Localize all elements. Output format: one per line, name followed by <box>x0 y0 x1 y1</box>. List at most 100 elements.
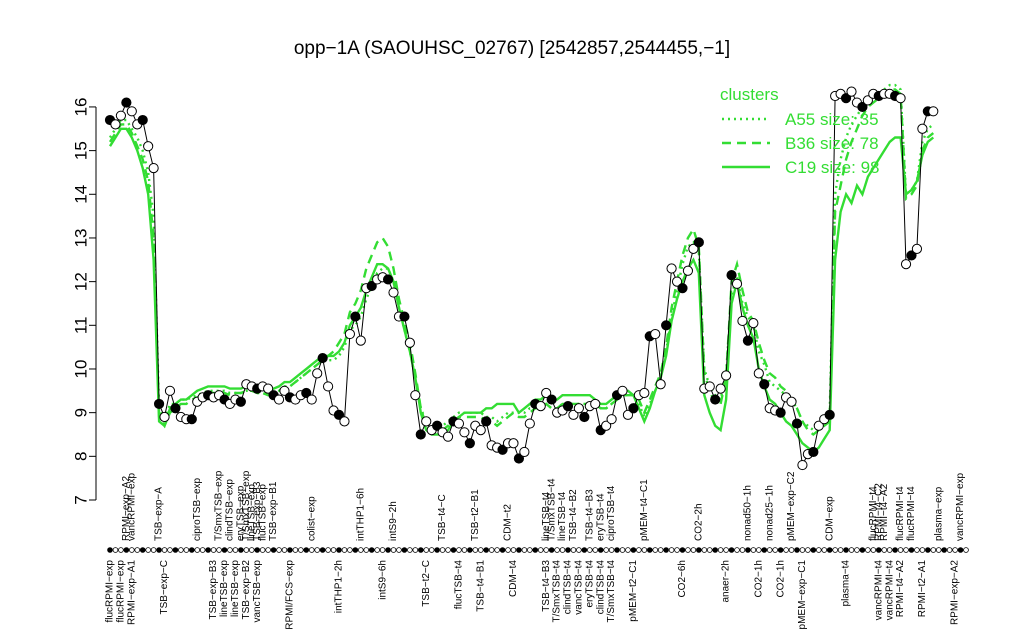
y-tick-label: 14 <box>71 185 90 204</box>
x-tick-label-top: vancRPMI−exp <box>955 472 966 541</box>
sample-dot <box>227 547 233 553</box>
data-point <box>682 265 694 276</box>
x-tick-label-bottom: CO2−6h <box>677 560 688 598</box>
y-tick-label: 13 <box>71 228 90 247</box>
data-point <box>808 446 819 458</box>
data-point <box>110 119 121 130</box>
data-point <box>143 141 154 152</box>
sample-dot <box>777 547 784 553</box>
data-point <box>453 418 465 429</box>
data-point <box>737 315 748 327</box>
data-point <box>590 398 601 410</box>
sample-dot <box>221 547 228 553</box>
sample-dot <box>396 547 402 553</box>
y-tick-label: 11 <box>71 316 90 334</box>
x-tick-label-bottom: pMEM−exp−C1 <box>797 560 808 630</box>
x-tick-label-top: pMEM−exp−C2 <box>786 471 797 541</box>
data-point <box>666 263 677 274</box>
sample-dot <box>139 547 146 553</box>
sample-dot <box>805 547 811 553</box>
sample-dot <box>292 547 299 553</box>
x-tick-label-bottom: flucTSB−t4 <box>454 560 465 610</box>
data-point <box>731 278 743 289</box>
sample-dot <box>597 547 604 553</box>
y-tick-label: 8 <box>71 452 90 461</box>
x-tick-label-bottom: flucRPMI−exp <box>116 560 127 623</box>
sample-dot <box>167 547 173 553</box>
sample-dot <box>952 547 958 553</box>
x-tick-label-bottom: intS9−6h <box>377 560 388 600</box>
sample-dot <box>734 547 740 553</box>
sample-dot <box>450 547 457 553</box>
data-point <box>900 259 912 270</box>
sample-dot <box>434 547 440 553</box>
x-tick-label-top: pMEM−t4−C1 <box>639 479 650 541</box>
sample-dot <box>761 547 768 553</box>
data-point <box>911 243 923 254</box>
x-tick-label-bottom: CO2−1h <box>775 560 786 598</box>
x-tick-label-top: eryTSB−t4 <box>595 493 606 541</box>
sample-dot <box>881 547 888 553</box>
sample-dot <box>832 547 838 553</box>
data-point <box>693 237 704 248</box>
sample-dot <box>281 547 288 553</box>
sample-dot <box>107 547 113 553</box>
data-point <box>775 407 786 418</box>
x-tick-label-bottom: lineTSB−exp <box>230 560 241 617</box>
data-point <box>677 283 688 294</box>
sample-dot <box>788 547 795 553</box>
x-tick-label-top: CO2−2h <box>693 503 704 541</box>
sample-dot <box>696 547 702 553</box>
data-point <box>710 394 721 405</box>
x-tick-label-bottom: plasma−t4 <box>841 560 852 607</box>
data-point <box>322 381 334 392</box>
sample-dot <box>505 547 511 553</box>
x-tick-label-bottom: RPMI−t2−A1 <box>917 560 928 618</box>
sample-dot <box>314 547 320 553</box>
sample-dot <box>270 547 277 553</box>
sample-dot <box>259 547 266 553</box>
sample-dot <box>287 547 293 553</box>
sample-dot <box>897 547 904 553</box>
data-point <box>726 269 737 281</box>
x-tick-label-top: vancRPMI−exp <box>126 472 137 541</box>
sample-dot <box>565 547 571 553</box>
sample-dot <box>706 547 713 553</box>
sample-dot <box>826 547 833 553</box>
sample-dot <box>374 547 380 553</box>
data-point <box>273 394 285 405</box>
sample-dot <box>766 547 773 553</box>
y-tick-label: 10 <box>71 360 90 379</box>
sample-dot <box>794 547 800 553</box>
sample-dot <box>570 547 577 553</box>
data-point <box>535 401 546 412</box>
sample-dot <box>592 547 599 553</box>
sample-dot <box>614 547 620 553</box>
sample-dot <box>679 547 686 553</box>
sample-dot <box>674 547 680 553</box>
data-point <box>917 123 928 134</box>
x-tick-label-bottom: vancTSB−t4 <box>574 560 585 615</box>
x-tick-label-bottom: pMEM−t2−C1 <box>628 560 639 622</box>
data-point <box>137 114 148 126</box>
sample-dot <box>428 547 435 553</box>
sample-dot <box>358 547 364 553</box>
data-point <box>846 86 857 97</box>
x-tick-label-bottom: anaer−2h <box>721 560 732 603</box>
sample-dot <box>914 547 920 553</box>
sample-dot <box>232 547 239 553</box>
sample-dot <box>586 547 593 553</box>
y-tick-label: 16 <box>71 97 90 116</box>
sample-dot <box>145 547 151 553</box>
sample-dot <box>472 547 479 553</box>
sample-dot <box>641 547 648 553</box>
sample-dot <box>363 547 370 553</box>
x-tick-label-bottom: vancTSB−exp <box>252 560 263 623</box>
data-point <box>579 411 590 423</box>
x-tick-label-top: TSB−t4−B2 <box>568 489 579 541</box>
data-point <box>759 379 770 390</box>
sample-dot <box>756 547 762 553</box>
sample-dot <box>494 547 500 553</box>
sample-dot <box>630 547 637 553</box>
sample-dot <box>516 547 522 553</box>
